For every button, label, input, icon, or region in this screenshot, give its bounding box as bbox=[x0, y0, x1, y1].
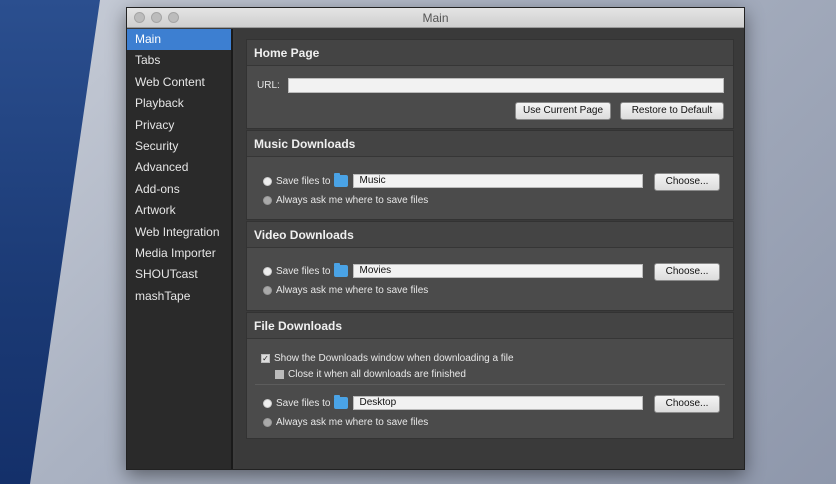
preferences-content: Home Page URL: Use Current Page Restore … bbox=[235, 29, 744, 469]
music-always-ask-label: Always ask me where to save files bbox=[276, 195, 429, 206]
sidebar-item-main[interactable]: Main bbox=[127, 29, 231, 51]
music-choose-button[interactable]: Choose... bbox=[654, 173, 720, 191]
video-folder-field: Movies bbox=[353, 264, 644, 278]
music-always-ask-row: Always ask me where to save files bbox=[263, 195, 428, 206]
close-when-finished-checkbox[interactable] bbox=[275, 370, 284, 379]
preferences-sidebar: Main Tabs Web Content Playback Privacy S… bbox=[127, 29, 233, 469]
minimize-window-button[interactable] bbox=[151, 12, 162, 23]
file-always-ask-label: Always ask me where to save files bbox=[276, 417, 429, 428]
zoom-window-button[interactable] bbox=[168, 12, 179, 23]
music-save-files-radio[interactable] bbox=[263, 176, 272, 186]
sidebar-item-media-importer[interactable]: Media Importer bbox=[127, 243, 231, 264]
sidebar-item-web-integration[interactable]: Web Integration bbox=[127, 222, 231, 243]
show-downloads-window-row: ✓ Show the Downloads window when downloa… bbox=[261, 353, 514, 364]
music-always-ask-radio[interactable] bbox=[263, 196, 272, 205]
close-when-finished-row: Close it when all downloads are finished bbox=[275, 369, 466, 380]
video-always-ask-label: Always ask me where to save files bbox=[276, 285, 429, 296]
video-downloads-section: Video Downloads Save files to Movies Cho… bbox=[246, 221, 734, 311]
window-controls bbox=[134, 12, 179, 23]
sidebar-item-advanced[interactable]: Advanced bbox=[127, 157, 231, 178]
sidebar-item-mashtape[interactable]: mashTape bbox=[127, 286, 231, 307]
music-folder-icon bbox=[334, 173, 349, 187]
music-downloads-header: Music Downloads bbox=[247, 131, 733, 157]
show-downloads-window-checkbox[interactable]: ✓ bbox=[261, 354, 270, 363]
file-folder-field: Desktop bbox=[353, 396, 644, 410]
file-always-ask-row: Always ask me where to save files bbox=[263, 417, 428, 428]
sidebar-item-tabs[interactable]: Tabs bbox=[127, 50, 231, 71]
sidebar-item-artwork[interactable]: Artwork bbox=[127, 200, 231, 221]
desktop-background bbox=[0, 0, 100, 484]
file-downloads-header: File Downloads bbox=[247, 313, 733, 339]
video-always-ask-row: Always ask me where to save files bbox=[263, 285, 428, 296]
sidebar-item-shoutcast[interactable]: SHOUTcast bbox=[127, 264, 231, 285]
video-choose-button[interactable]: Choose... bbox=[654, 263, 720, 281]
music-folder-field: Music bbox=[353, 174, 644, 188]
use-current-page-button[interactable]: Use Current Page bbox=[515, 102, 611, 120]
close-window-button[interactable] bbox=[134, 12, 145, 23]
video-always-ask-radio[interactable] bbox=[263, 286, 272, 295]
sidebar-item-add-ons[interactable]: Add-ons bbox=[127, 179, 231, 200]
file-choose-button[interactable]: Choose... bbox=[654, 395, 720, 413]
file-save-files-radio[interactable] bbox=[263, 398, 272, 408]
movies-folder-icon bbox=[334, 263, 349, 277]
file-always-ask-radio[interactable] bbox=[263, 418, 272, 427]
close-when-finished-label: Close it when all downloads are finished bbox=[288, 369, 466, 380]
window-title: Main bbox=[422, 11, 449, 25]
video-downloads-header: Video Downloads bbox=[247, 222, 733, 248]
file-downloads-section: File Downloads ✓ Show the Downloads wind… bbox=[246, 312, 734, 439]
file-downloads-divider bbox=[255, 384, 725, 385]
url-row: URL: bbox=[257, 78, 724, 93]
url-label: URL: bbox=[257, 80, 280, 91]
file-save-files-row: Save files to Desktop bbox=[263, 395, 644, 410]
music-save-files-label: Save files to bbox=[276, 175, 331, 187]
video-save-files-label: Save files to bbox=[276, 265, 331, 277]
restore-to-default-button[interactable]: Restore to Default bbox=[620, 102, 724, 120]
music-save-files-row: Save files to Music bbox=[263, 173, 644, 188]
show-downloads-window-label: Show the Downloads window when downloadi… bbox=[274, 353, 514, 364]
music-downloads-section: Music Downloads Save files to Music Choo… bbox=[246, 130, 734, 220]
video-save-files-row: Save files to Movies bbox=[263, 263, 644, 278]
sidebar-item-web-content[interactable]: Web Content bbox=[127, 72, 231, 93]
video-save-files-radio[interactable] bbox=[263, 266, 272, 276]
desktop-folder-icon bbox=[334, 395, 349, 409]
sidebar-item-privacy[interactable]: Privacy bbox=[127, 115, 231, 136]
sidebar-item-playback[interactable]: Playback bbox=[127, 93, 231, 114]
home-page-url-input[interactable] bbox=[287, 78, 724, 93]
home-page-header: Home Page bbox=[247, 40, 733, 66]
sidebar-item-security[interactable]: Security bbox=[127, 136, 231, 157]
title-bar: Main bbox=[127, 8, 744, 28]
file-save-files-label: Save files to bbox=[276, 397, 331, 409]
home-page-section: Home Page URL: Use Current Page Restore … bbox=[246, 39, 734, 129]
preferences-window: Main Main Tabs Web Content Playback Priv… bbox=[126, 7, 745, 470]
